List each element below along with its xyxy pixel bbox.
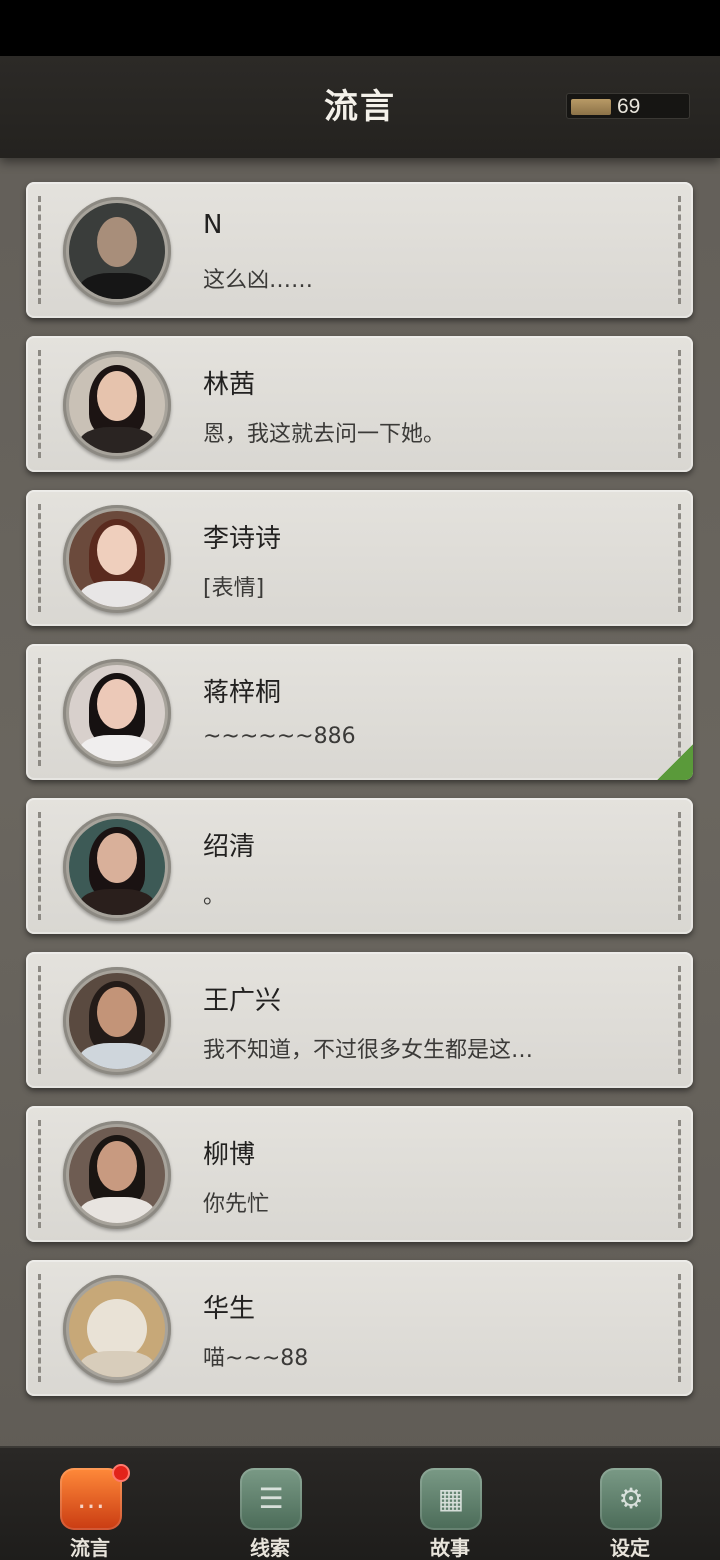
currency-value: 69 — [617, 95, 641, 118]
contact-card[interactable]: 李诗诗 [表情] — [26, 490, 693, 626]
contact-name: 华生 — [203, 1294, 256, 1324]
last-message: 恩，我这就去问一下她。 — [203, 422, 446, 447]
stitch-decoration — [38, 350, 41, 458]
last-message: 喵~~~88 — [203, 1346, 309, 1371]
contact-name: 蒋梓桐 — [203, 678, 282, 708]
last-message: [表情] — [203, 576, 265, 601]
gear-icon: ⚙ — [600, 1468, 662, 1530]
tab-clues[interactable]: ☰ 线索 — [210, 1448, 330, 1560]
stitch-decoration — [678, 504, 681, 612]
tab-label: 设定 — [610, 1536, 650, 1560]
contact-card[interactable]: 蒋梓桐 ~~~~~~886 — [26, 644, 693, 780]
contact-name: 王广兴 — [203, 986, 282, 1016]
contact-name: N — [203, 210, 223, 240]
bottom-tab-bar: … 流言 ☰ 线索 ▦ 故事 ⚙ 设定 — [0, 1446, 720, 1560]
contact-card[interactable]: 华生 喵~~~88 — [26, 1260, 693, 1396]
contact-name: 李诗诗 — [203, 524, 282, 554]
contact-card[interactable]: N 这么凶…… — [26, 182, 693, 318]
currency-icon — [571, 99, 611, 115]
stitch-decoration — [38, 504, 41, 612]
book-icon: ▦ — [420, 1468, 482, 1530]
last-message: 你先忙 — [203, 1192, 270, 1217]
stitch-decoration — [38, 658, 41, 766]
stitch-decoration — [678, 966, 681, 1074]
contact-name: 柳博 — [203, 1140, 256, 1170]
last-message: 我不知道，不过很多女生都是这… — [203, 1038, 534, 1063]
stitch-decoration — [678, 350, 681, 458]
page-fold-icon — [657, 744, 693, 780]
notification-badge — [112, 1464, 130, 1482]
header: 流言 69 — [0, 56, 720, 158]
avatar — [63, 1275, 171, 1383]
contact-name: 绍清 — [203, 832, 256, 862]
avatar — [63, 1121, 171, 1229]
tab-label: 故事 — [430, 1536, 470, 1560]
avatar — [63, 197, 171, 305]
currency-display[interactable]: 69 — [566, 93, 690, 119]
notebook-icon: ☰ — [240, 1468, 302, 1530]
avatar — [63, 813, 171, 921]
stitch-decoration — [678, 1274, 681, 1382]
avatar — [63, 967, 171, 1075]
stitch-decoration — [38, 812, 41, 920]
avatar — [63, 505, 171, 613]
stitch-decoration — [678, 812, 681, 920]
tab-label: 流言 — [70, 1536, 110, 1560]
last-message: ~~~~~~886 — [203, 724, 356, 749]
stitch-decoration — [38, 1120, 41, 1228]
contact-card[interactable]: 柳博 你先忙 — [26, 1106, 693, 1242]
avatar — [63, 659, 171, 767]
last-message: 。 — [203, 884, 226, 909]
status-bar — [0, 0, 720, 56]
stitch-decoration — [678, 1120, 681, 1228]
tab-rumors[interactable]: … 流言 — [30, 1448, 150, 1560]
contact-card[interactable]: 王广兴 我不知道，不过很多女生都是这… — [26, 952, 693, 1088]
avatar — [63, 351, 171, 459]
stitch-decoration — [38, 966, 41, 1074]
screen: 流言 69 N 这么凶…… 林茜 恩，我这就去问一下她。 李诗诗 [表情] 蒋梓… — [0, 0, 720, 1560]
stitch-decoration — [38, 196, 41, 304]
stitch-decoration — [678, 196, 681, 304]
tab-stories[interactable]: ▦ 故事 — [390, 1448, 510, 1560]
contact-name: 林茜 — [203, 370, 256, 400]
tab-label: 线索 — [250, 1536, 290, 1560]
last-message: 这么凶…… — [203, 268, 314, 293]
contact-card[interactable]: 绍清 。 — [26, 798, 693, 934]
stitch-decoration — [38, 1274, 41, 1382]
tab-settings[interactable]: ⚙ 设定 — [570, 1448, 690, 1560]
contact-card[interactable]: 林茜 恩，我这就去问一下她。 — [26, 336, 693, 472]
